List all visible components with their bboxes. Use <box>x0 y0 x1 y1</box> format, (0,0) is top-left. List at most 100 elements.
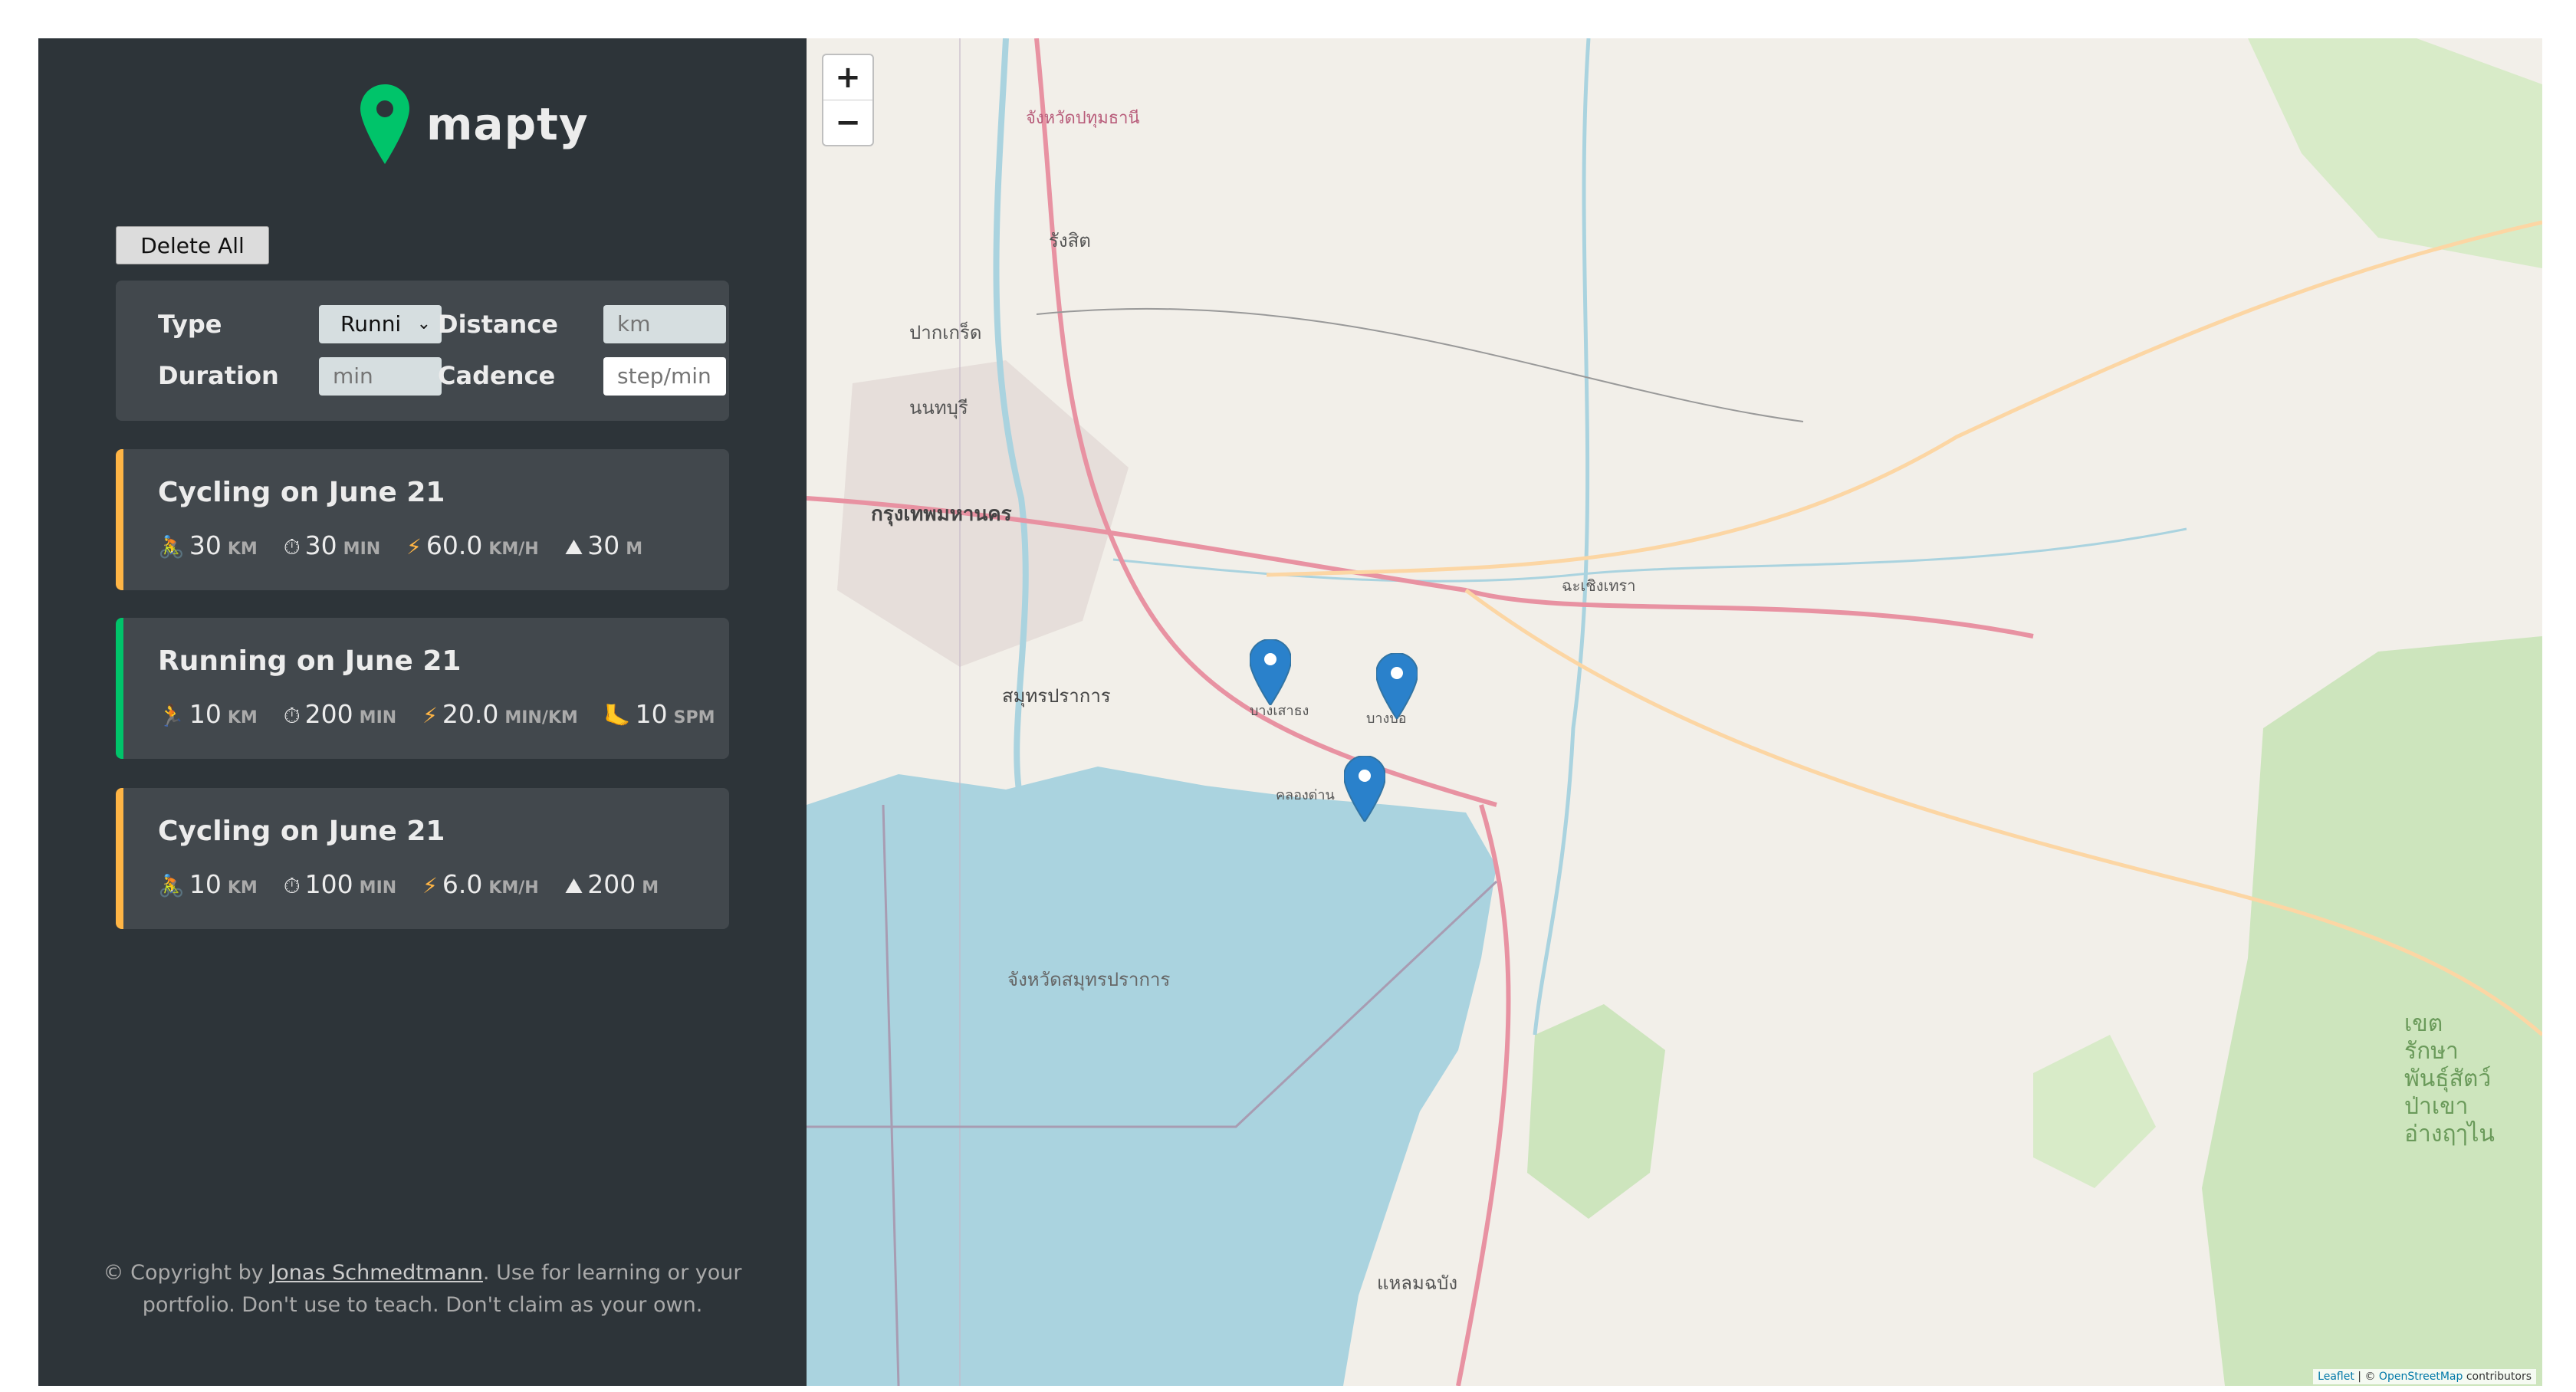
map-attribution: Leaflet | © OpenStreetMap contributors <box>2313 1369 2536 1384</box>
zoom-control: + − <box>822 54 874 146</box>
distance-label: Distance <box>438 310 558 339</box>
speed-unit: km/h <box>488 878 539 898</box>
elevation-value: 200 <box>587 869 636 899</box>
workout-elevation: ⛰ 200 m <box>565 869 659 899</box>
app: mapty Delete All Type Runni ⌄ Distance D… <box>38 38 2542 1386</box>
attribution-separator: | © <box>2354 1371 2379 1383</box>
stopwatch-icon: ⏱ <box>283 873 301 898</box>
place-label: รังสิต <box>1049 230 1091 251</box>
place-label: ปากเกร็ด <box>909 322 982 343</box>
distance-unit: km <box>227 708 258 727</box>
pace-unit: min/km <box>504 708 578 727</box>
workout-title: Cycling on June 21 <box>158 816 445 847</box>
workout-speed: ⚡ 6.0 km/h <box>422 869 539 899</box>
mountain-icon: ⛰ <box>564 534 583 560</box>
place-label: กรุงเทพมหานคร <box>871 503 1012 526</box>
stopwatch-icon: ⏱ <box>283 703 301 728</box>
cyclist-icon: 🚴 <box>158 534 185 560</box>
workout-distance: 🚴 30 km <box>158 530 258 560</box>
map-pin-logo-icon <box>360 84 409 164</box>
type-select[interactable]: Runni ⌄ <box>319 305 442 343</box>
runner-icon: 🏃 <box>158 703 185 728</box>
cadence-value: 10 <box>635 699 668 729</box>
map[interactable]: กรุงเทพมหานคร สมุทรปราการ จังหวัดสมุทรปร… <box>807 38 2542 1386</box>
copyright-footer: © Copyright by Jonas Schmedtmann. Use fo… <box>38 1257 807 1321</box>
distance-value: 10 <box>189 869 222 899</box>
place-label: สมุทรปราการ <box>1002 685 1111 707</box>
speed-value: 6.0 <box>442 869 483 899</box>
distance-unit: km <box>227 540 258 559</box>
sidebar: mapty Delete All Type Runni ⌄ Distance D… <box>38 38 807 1386</box>
workout-pace: ⚡ 20.0 min/km <box>422 699 578 729</box>
workout-title: Cycling on June 21 <box>158 477 445 508</box>
place-label: แหลมฉบัง <box>1377 1272 1458 1294</box>
lightning-icon: ⚡ <box>422 873 438 898</box>
lightning-icon: ⚡ <box>422 703 438 728</box>
place-label: เขตรักษาพันธุ์สัตว์ป่าเขาอ่างฤๅไน <box>2404 1010 2495 1147</box>
duration-value: 100 <box>304 869 353 899</box>
workout-form: Type Runni ⌄ Distance Duration Cadence <box>116 281 729 421</box>
workout-duration: ⏱ 100 min <box>284 869 396 899</box>
elevation-value: 30 <box>587 530 620 560</box>
zoom-in-button[interactable]: + <box>823 55 872 100</box>
elevation-unit: m <box>626 540 643 559</box>
duration-unit: min <box>359 878 397 898</box>
zoom-out-button[interactable]: − <box>823 100 872 145</box>
map-marker-icon[interactable] <box>1376 653 1418 719</box>
workout-details: 🚴 30 km ⏱ 30 min ⚡ 60.0 km/h ⛰ 30 m <box>158 530 669 560</box>
workout-elevation: ⛰ 30 m <box>565 530 642 560</box>
distance-input[interactable] <box>603 305 726 343</box>
distance-value: 10 <box>189 699 222 729</box>
stopwatch-icon: ⏱ <box>283 534 301 560</box>
type-select-value: Runni <box>340 311 402 337</box>
workout-speed: ⚡ 60.0 km/h <box>406 530 539 560</box>
lightning-icon: ⚡ <box>406 534 422 560</box>
chevron-down-icon: ⌄ <box>416 314 431 333</box>
copyright-suffix: . Use for learning or your <box>482 1261 742 1285</box>
mountain-icon: ⛰ <box>564 873 583 898</box>
workout-duration: ⏱ 200 min <box>284 699 396 729</box>
duration-value: 200 <box>304 699 353 729</box>
attribution-suffix: contributors <box>2463 1371 2532 1383</box>
app-name: mapty <box>426 98 589 150</box>
workout-title: Running on June 21 <box>158 645 462 677</box>
workout-item[interactable]: Cycling on June 21 🚴 30 km ⏱ 30 min ⚡ 60… <box>116 449 729 590</box>
duration-label: Duration <box>158 361 279 390</box>
place-label: จังหวัดปทุมธานี <box>1026 109 1140 128</box>
workout-details: 🚴 10 km ⏱ 100 min ⚡ 6.0 km/h ⛰ 200 <box>158 869 685 899</box>
duration-unit: min <box>359 708 397 727</box>
author-link[interactable]: Jonas Schmedtmann <box>270 1261 483 1285</box>
cadence-label: Cadence <box>438 361 556 390</box>
copyright-line2: portfolio. Don't use to teach. Don't cla… <box>142 1293 703 1317</box>
distance-value: 30 <box>189 530 222 560</box>
distance-unit: km <box>227 878 258 898</box>
workout-item[interactable]: Cycling on June 21 🚴 10 km ⏱ 100 min ⚡ 6… <box>116 788 729 929</box>
workout-duration: ⏱ 30 min <box>284 530 380 560</box>
speed-unit: km/h <box>488 540 539 559</box>
place-label: ฉะเชิงเทรา <box>1562 576 1636 595</box>
workout-distance: 🏃 10 km <box>158 699 258 729</box>
footprint-icon: 🦶 <box>603 703 631 728</box>
osm-link[interactable]: OpenStreetMap <box>2379 1371 2463 1383</box>
logo: mapty <box>360 84 589 164</box>
workout-cadence: 🦶 10 spm <box>604 699 715 729</box>
cadence-input[interactable] <box>603 357 726 396</box>
type-label: Type <box>158 310 222 339</box>
place-label: จังหวัดสมุทรปราการ <box>1007 969 1171 990</box>
speed-value: 60.0 <box>426 530 483 560</box>
place-label: นนทบุรี <box>909 397 968 419</box>
map-marker-icon[interactable] <box>1344 756 1385 822</box>
duration-value: 30 <box>304 530 337 560</box>
workout-details: 🏃 10 km ⏱ 200 min ⚡ 20.0 min/km 🦶 10 <box>158 699 741 729</box>
copyright-prefix: © Copyright by <box>103 1261 271 1285</box>
duration-unit: min <box>343 540 381 559</box>
map-marker-icon[interactable] <box>1250 639 1291 705</box>
cadence-unit: spm <box>673 708 715 727</box>
duration-input[interactable] <box>319 357 442 396</box>
elevation-unit: m <box>642 878 659 898</box>
delete-all-button[interactable]: Delete All <box>116 226 269 264</box>
leaflet-link[interactable]: Leaflet <box>2318 1371 2354 1383</box>
workout-distance: 🚴 10 km <box>158 869 258 899</box>
cyclist-icon: 🚴 <box>158 873 185 898</box>
workout-item[interactable]: Running on June 21 🏃 10 km ⏱ 200 min ⚡ 2… <box>116 618 729 759</box>
